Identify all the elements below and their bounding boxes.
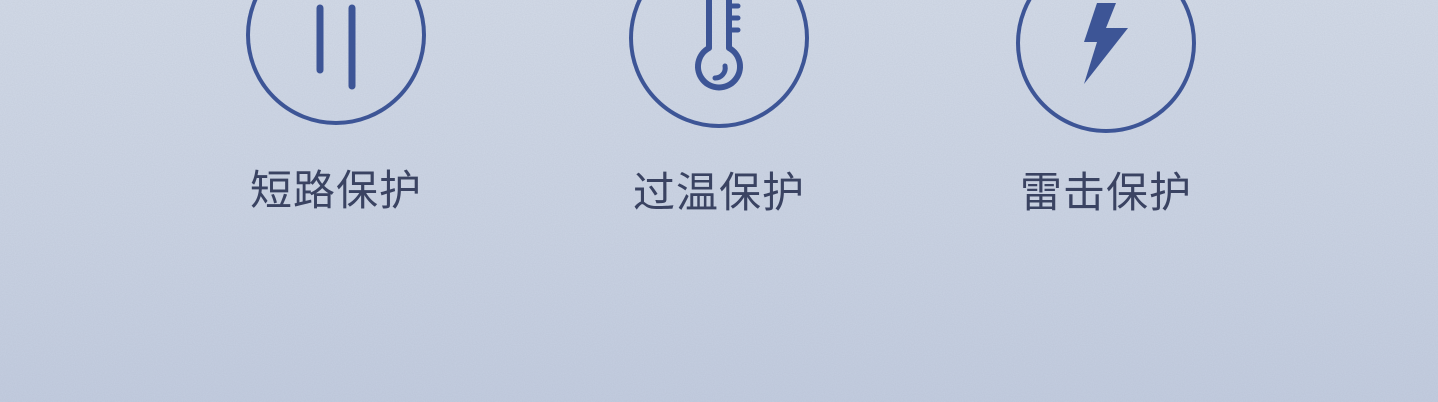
short-circuit-icon <box>246 0 426 125</box>
feature-label: 雷击保护 <box>1019 168 1192 217</box>
feature-label: 短路保护 <box>249 166 422 215</box>
feature-label: 过温保护 <box>632 168 805 217</box>
lightning-icon <box>1016 0 1196 133</box>
thermometer-icon <box>629 0 809 128</box>
